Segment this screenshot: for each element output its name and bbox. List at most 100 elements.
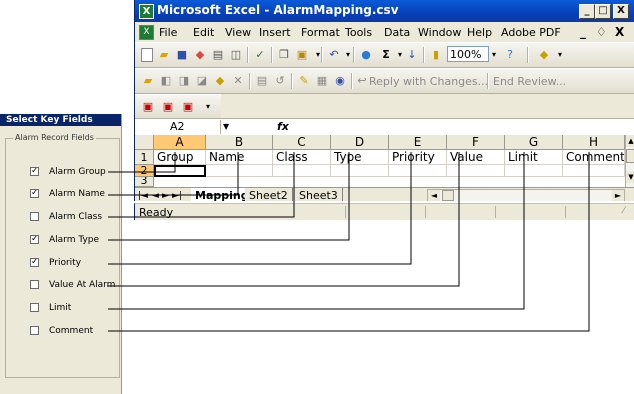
print-preview-icon[interactable]: ◫ xyxy=(229,48,243,62)
menu-file[interactable]: File xyxy=(159,26,177,39)
menu-edit[interactable]: Edit xyxy=(193,26,214,39)
scroll-right-icon[interactable]: ► xyxy=(612,190,624,201)
scroll-left-icon[interactable]: ◄ xyxy=(428,190,440,201)
next-comment-icon[interactable]: ◨ xyxy=(177,74,191,88)
scroll-down-icon[interactable]: ▼ xyxy=(626,171,634,183)
checkbox-value-at-alarm[interactable] xyxy=(30,280,39,289)
fill-color-icon[interactable]: ◆ xyxy=(537,48,551,62)
column-header-c[interactable]: C xyxy=(273,135,331,150)
cell-b2[interactable] xyxy=(206,165,273,177)
checkbox-alarm-class[interactable] xyxy=(30,212,39,221)
end-review-button[interactable]: End Review... xyxy=(493,75,566,88)
tab-sheet2[interactable]: Sheet2 xyxy=(245,188,293,201)
formula-input[interactable] xyxy=(295,120,625,134)
highlight-icon[interactable]: ✎ xyxy=(297,74,311,88)
title-bar[interactable]: X Microsoft Excel - AlarmMapping.csv _ □… xyxy=(135,0,634,22)
checkbox-alarm-type[interactable]: ✓ xyxy=(30,235,39,244)
save-icon[interactable]: ■ xyxy=(175,48,189,62)
mdi-restore-button[interactable]: ♢ xyxy=(596,25,607,39)
tab-sheet3[interactable]: Sheet3 xyxy=(295,188,343,201)
protect-icon[interactable]: ▦ xyxy=(315,74,329,88)
workbook-icon[interactable]: X xyxy=(139,25,154,40)
column-header-b[interactable]: B xyxy=(206,135,273,150)
convert-to-pdf-icon[interactable]: ▣ xyxy=(141,100,155,114)
horizontal-scrollbar[interactable]: ◄ ► xyxy=(427,189,625,201)
cell-g2[interactable] xyxy=(505,165,563,177)
column-header-d[interactable]: D xyxy=(331,135,389,150)
row-header-3[interactable]: 3 xyxy=(135,177,154,187)
cell-d2[interactable] xyxy=(331,165,389,177)
sort-ascending-icon[interactable]: ↓ xyxy=(405,48,419,62)
menu-window[interactable]: Window xyxy=(418,26,461,39)
zoom-combo[interactable]: 100% xyxy=(447,46,489,62)
previous-comment-icon[interactable]: ◧ xyxy=(159,74,173,88)
menu-format[interactable]: Format xyxy=(301,26,340,39)
row-header-1[interactable]: 1 xyxy=(135,150,154,165)
column-header-a[interactable]: A xyxy=(154,135,206,150)
menu-insert[interactable]: Insert xyxy=(259,26,291,39)
new-comment-icon[interactable]: ▰ xyxy=(141,74,155,88)
cell-f1[interactable]: Value xyxy=(447,150,505,165)
show-all-comments-icon[interactable]: ◆ xyxy=(213,74,227,88)
undo-icon[interactable]: ↶ xyxy=(327,48,341,62)
zoom-dropdown-icon[interactable]: ▾ xyxy=(487,48,501,62)
spelling-icon[interactable]: ✓ xyxy=(253,48,267,62)
cell-a1[interactable]: Group xyxy=(154,150,206,165)
delete-comment-icon[interactable]: ✕ xyxy=(231,74,245,88)
hyperlink-icon[interactable]: ● xyxy=(359,48,373,62)
open-icon[interactable]: ▰ xyxy=(157,48,171,62)
permission-restrict-icon[interactable]: ◉ xyxy=(333,74,347,88)
cell-e1[interactable]: Priority xyxy=(389,150,447,165)
menu-data[interactable]: Data xyxy=(384,26,410,39)
mdi-close-button[interactable]: X xyxy=(615,25,624,39)
cell-c1[interactable]: Class xyxy=(273,150,331,165)
checkbox-limit[interactable] xyxy=(30,303,39,312)
toolbar-options-icon[interactable]: ▾ xyxy=(201,100,215,114)
permission-icon[interactable]: ◆ xyxy=(193,48,207,62)
cell-e2[interactable] xyxy=(389,165,447,177)
track-changes-icon[interactable]: ▤ xyxy=(255,74,269,88)
print-icon[interactable]: ▤ xyxy=(211,48,225,62)
name-box-dropdown-icon[interactable]: ▼ xyxy=(223,120,229,134)
paste-icon[interactable]: ▣ xyxy=(295,48,309,62)
select-all-button[interactable] xyxy=(135,135,154,150)
autosum-icon[interactable]: Σ xyxy=(379,48,393,62)
menu-help[interactable]: Help xyxy=(467,26,492,39)
cell-g1[interactable]: Limit xyxy=(505,150,563,165)
show-comment-icon[interactable]: ◪ xyxy=(195,74,209,88)
checkbox-alarm-group[interactable]: ✓ xyxy=(30,167,39,176)
cell-f2[interactable] xyxy=(447,165,505,177)
menu-adobe-pdf[interactable]: Adobe PDF xyxy=(501,26,561,39)
help-icon[interactable]: ? xyxy=(503,48,517,62)
mdi-minimize-button[interactable]: _ xyxy=(580,25,586,39)
column-header-g[interactable]: G xyxy=(505,135,563,150)
next-sheet-icon[interactable]: ► xyxy=(162,190,169,201)
cell-h2[interactable] xyxy=(563,165,625,177)
checkbox-alarm-name[interactable]: ✓ xyxy=(30,189,39,198)
cell-b1[interactable]: Name xyxy=(206,150,273,165)
checkbox-priority[interactable]: ✓ xyxy=(30,258,39,267)
name-box[interactable]: A2 xyxy=(137,120,221,134)
scroll-up-icon[interactable]: ▲ xyxy=(626,135,634,147)
menu-view[interactable]: View xyxy=(225,26,251,39)
vertical-scrollbar[interactable]: ▲ ▼ xyxy=(625,135,634,187)
reviewing-pane-icon[interactable]: ↺ xyxy=(273,74,287,88)
prev-sheet-icon[interactable]: ◄ xyxy=(152,190,159,201)
excel-app-icon[interactable]: X xyxy=(139,4,154,19)
first-sheet-icon[interactable]: |◄ xyxy=(138,190,148,201)
fill-color-dropdown-icon[interactable]: ▾ xyxy=(553,48,567,62)
insert-function-icon[interactable]: fx xyxy=(277,120,289,134)
new-icon[interactable] xyxy=(141,48,153,62)
copy-icon[interactable]: ❐ xyxy=(277,48,291,62)
resize-grip-icon[interactable]: ⁄ xyxy=(623,206,625,216)
pdf-review-icon[interactable]: ▣ xyxy=(181,100,195,114)
maximize-button[interactable]: □ xyxy=(595,4,611,19)
cell-c2[interactable] xyxy=(273,165,331,177)
scroll-thumb[interactable] xyxy=(626,149,634,163)
last-sheet-icon[interactable]: ►| xyxy=(172,190,182,201)
column-header-h[interactable]: H xyxy=(563,135,625,150)
cell-h1[interactable]: Comment xyxy=(563,150,625,165)
cell-d1[interactable]: Type xyxy=(331,150,389,165)
checkbox-comment[interactable] xyxy=(30,326,39,335)
reply-with-changes-button[interactable]: Reply with Changes... xyxy=(369,75,488,88)
